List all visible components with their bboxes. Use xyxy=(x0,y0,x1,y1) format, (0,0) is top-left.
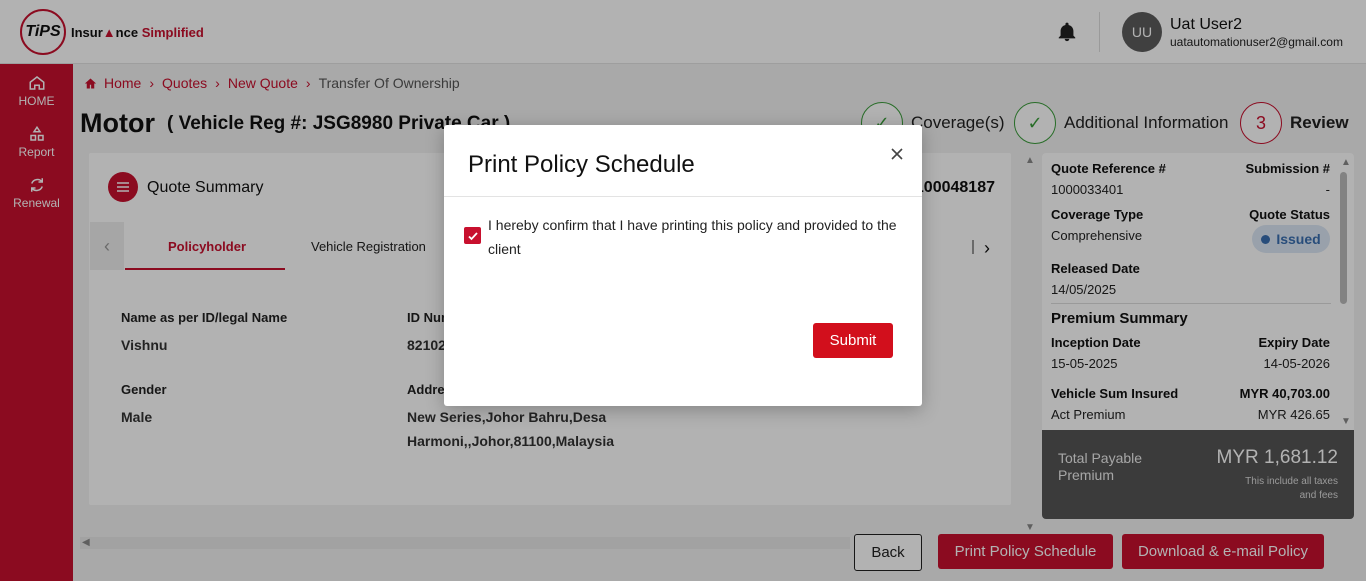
confirm-checkbox[interactable] xyxy=(464,227,481,244)
dialog-divider xyxy=(444,196,922,197)
confirm-text: I hereby confirm that I have printing th… xyxy=(488,217,897,257)
dialog-title: Print Policy Schedule xyxy=(468,151,695,178)
submit-button[interactable]: Submit xyxy=(813,323,893,358)
close-icon[interactable] xyxy=(890,147,904,161)
checkmark-icon xyxy=(467,231,478,240)
print-policy-schedule-dialog: Print Policy Schedule I hereby confirm t… xyxy=(444,125,922,406)
